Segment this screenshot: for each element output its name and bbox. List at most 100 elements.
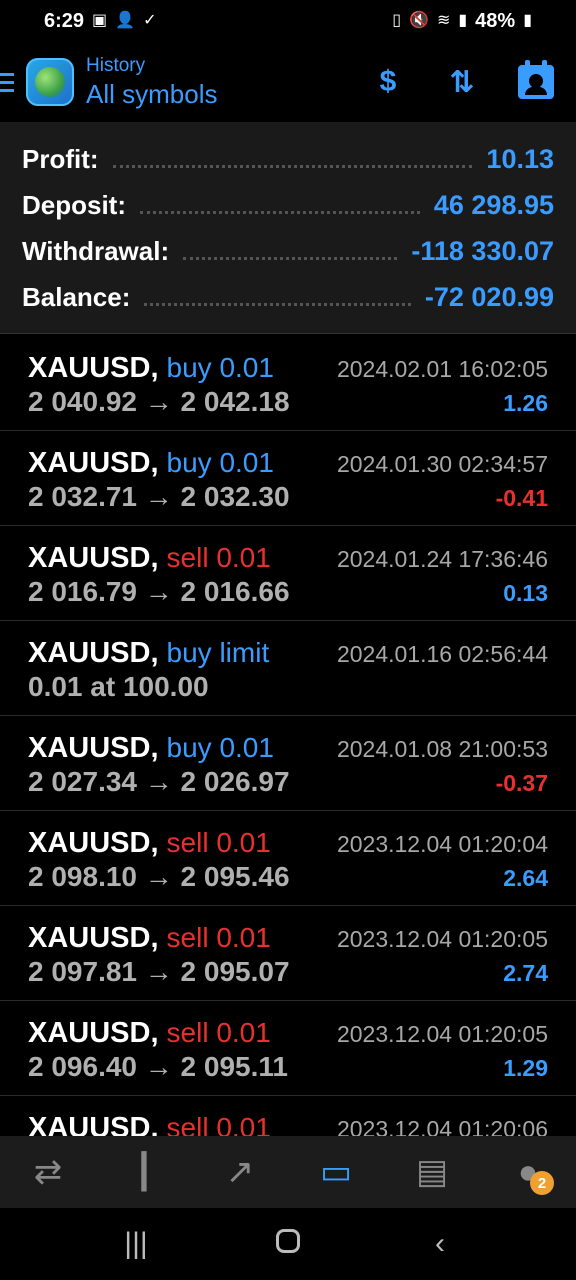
status-time: 6:29 bbox=[44, 9, 85, 32]
news-icon: ▤ bbox=[415, 1153, 449, 1191]
summary-deposit: Deposit: 46 298.95 bbox=[22, 182, 554, 228]
battery-percent: 48% bbox=[475, 9, 516, 32]
trade-side: buy 0.01 bbox=[166, 352, 274, 383]
trade-symbol: XAUUSD bbox=[28, 1017, 151, 1049]
system-navigation: ||| ‹ bbox=[0, 1208, 576, 1280]
trade-side: buy 0.01 bbox=[166, 732, 274, 763]
header-titles[interactable]: History All symbols bbox=[86, 55, 217, 110]
back-button[interactable]: ‹ bbox=[410, 1227, 470, 1261]
dotted-leader bbox=[183, 256, 398, 260]
trade-symbol: XAUUSD bbox=[28, 732, 151, 764]
summary-withdrawal: Withdrawal: -118 330.07 bbox=[22, 228, 554, 274]
summary-profit: Profit: 10.13 bbox=[22, 136, 554, 182]
header-subtitle: History bbox=[86, 54, 146, 76]
summary-label: Profit: bbox=[22, 143, 99, 174]
symbol-comma: , bbox=[150, 637, 159, 669]
summary-label: Deposit: bbox=[22, 189, 126, 220]
summary-label: Withdrawal: bbox=[22, 235, 170, 266]
symbol-comma: , bbox=[150, 732, 159, 764]
signal-icon: ▮ bbox=[458, 12, 468, 29]
account-summary: Profit: 10.13 Deposit: 46 298.95 Withdra… bbox=[0, 122, 576, 334]
trade-time: 2023.12.04 01:20:05 bbox=[336, 1021, 548, 1047]
app-header: History All symbols $ ⇅ bbox=[0, 42, 576, 122]
gallery-icon: ▣ bbox=[92, 12, 108, 29]
status-bar: 6:29 ▣ 👤 ✓ ▯ 🔇 ≋ ▮ 48% ▮ bbox=[0, 0, 576, 42]
trade-row[interactable]: XAUUSD, buy 0.01 2024.01.30 02:34:57 2 0… bbox=[0, 431, 576, 526]
summary-value: -72 020.99 bbox=[424, 281, 554, 312]
bottom-navigation: ⇄ ┃ ↗ ▭ ▤ ● 2 bbox=[0, 1136, 576, 1208]
app-logo[interactable] bbox=[26, 58, 74, 106]
dotted-leader bbox=[112, 164, 473, 168]
trade-symbol: XAUUSD bbox=[28, 827, 151, 859]
trade-time: 2024.01.30 02:34:57 bbox=[336, 451, 548, 477]
trade-prices: 2 032.71 → 2 032.30 bbox=[28, 481, 290, 512]
trade-profit: 0.13 bbox=[503, 580, 548, 606]
nav-chart[interactable]: ┃ bbox=[114, 1147, 174, 1197]
trade-prices: 2 040.92 → 2 042.18 bbox=[28, 386, 290, 417]
trade-profit: 2.64 bbox=[503, 865, 548, 891]
symbol-comma: , bbox=[150, 922, 159, 954]
summary-value: 10.13 bbox=[486, 143, 554, 174]
symbol-comma: , bbox=[150, 352, 159, 384]
trade-time: 2023.12.04 01:20:05 bbox=[336, 926, 548, 952]
wifi-icon: ≋ bbox=[436, 12, 451, 29]
header-title: All symbols bbox=[86, 78, 218, 109]
trade-symbol: XAUUSD bbox=[28, 447, 151, 479]
trade-side: sell 0.01 bbox=[166, 922, 271, 953]
trade-side: sell 0.01 bbox=[166, 542, 271, 573]
trade-symbol: XAUUSD bbox=[28, 352, 151, 384]
currency-filter-icon[interactable]: $ bbox=[368, 62, 408, 102]
nav-news[interactable]: ▤ bbox=[402, 1147, 462, 1197]
trade-symbol: XAUUSD bbox=[28, 922, 151, 954]
summary-label: Balance: bbox=[22, 281, 131, 312]
add-person-icon: 👤 bbox=[115, 12, 136, 29]
trade-prices: 2 098.10 → 2 095.46 bbox=[28, 861, 290, 892]
summary-value: -118 330.07 bbox=[411, 235, 554, 266]
trade-profit: 2.74 bbox=[503, 960, 548, 986]
calendar-period-icon[interactable] bbox=[516, 60, 556, 102]
quotes-icon: ⇄ bbox=[33, 1153, 63, 1191]
trade-time: 2023.12.04 01:20:04 bbox=[336, 831, 548, 857]
menu-icon[interactable] bbox=[0, 72, 26, 92]
nav-messages[interactable]: ● 2 bbox=[498, 1147, 558, 1197]
nav-quotes[interactable]: ⇄ bbox=[18, 1147, 78, 1197]
symbol-comma: , bbox=[150, 542, 159, 574]
trade-side: sell 0.01 bbox=[166, 1017, 271, 1048]
trade-time: 2024.01.08 21:00:53 bbox=[336, 736, 548, 762]
trade-row[interactable]: XAUUSD, sell 0.01 2023.12.04 01:20:06 bbox=[0, 1096, 576, 1136]
trade-row[interactable]: XAUUSD, sell 0.01 2023.12.04 01:20:05 2 … bbox=[0, 906, 576, 1001]
symbol-comma: , bbox=[150, 1112, 159, 1136]
trade-prices: 2 016.79 → 2 016.66 bbox=[28, 576, 290, 607]
trade-row[interactable]: XAUUSD, buy limit 2024.01.16 02:56:44 0.… bbox=[0, 621, 576, 716]
home-icon bbox=[276, 1229, 300, 1253]
history-icon: ▭ bbox=[319, 1153, 353, 1191]
trade-profit: -0.41 bbox=[495, 485, 548, 511]
dotted-leader bbox=[144, 302, 411, 306]
symbol-comma: , bbox=[150, 827, 159, 859]
nav-history[interactable]: ▭ bbox=[306, 1147, 366, 1197]
recents-button[interactable]: ||| bbox=[106, 1227, 166, 1261]
trade-row[interactable]: XAUUSD, sell 0.01 2023.12.04 01:20:05 2 … bbox=[0, 1001, 576, 1096]
dotted-leader bbox=[140, 210, 420, 214]
trade-row[interactable]: XAUUSD, buy 0.01 2024.01.08 21:00:53 2 0… bbox=[0, 716, 576, 811]
nav-trade[interactable]: ↗ bbox=[210, 1147, 270, 1197]
trade-prices: 2 096.40 → 2 095.11 bbox=[28, 1051, 288, 1082]
trade-row[interactable]: XAUUSD, buy 0.01 2024.02.01 16:02:05 2 0… bbox=[0, 336, 576, 431]
trade-profit: 1.26 bbox=[503, 390, 548, 416]
trade-prices: 2 097.81 → 2 095.07 bbox=[28, 956, 290, 987]
check-circle-icon: ✓ bbox=[143, 12, 157, 29]
symbol-comma: , bbox=[150, 447, 159, 479]
trade-time: 2023.12.04 01:20:06 bbox=[336, 1116, 548, 1136]
trade-row[interactable]: XAUUSD, sell 0.01 2024.01.24 17:36:46 2 … bbox=[0, 526, 576, 621]
trade-history-list[interactable]: XAUUSD, buy 0.01 2024.02.01 16:02:05 2 0… bbox=[0, 336, 576, 1136]
trade-time: 2024.01.16 02:56:44 bbox=[336, 641, 548, 667]
trade-row[interactable]: XAUUSD, sell 0.01 2023.12.04 01:20:04 2 … bbox=[0, 811, 576, 906]
trade-symbol: XAUUSD bbox=[28, 1112, 151, 1136]
home-button[interactable] bbox=[258, 1227, 318, 1261]
trade-icon: ↗ bbox=[225, 1153, 255, 1191]
trade-side: buy limit bbox=[166, 637, 270, 668]
summary-balance: Balance: -72 020.99 bbox=[22, 274, 554, 320]
sort-icon[interactable]: ⇅ bbox=[442, 62, 482, 102]
trade-side: sell 0.01 bbox=[166, 827, 271, 858]
trade-profit: 1.29 bbox=[503, 1055, 548, 1081]
